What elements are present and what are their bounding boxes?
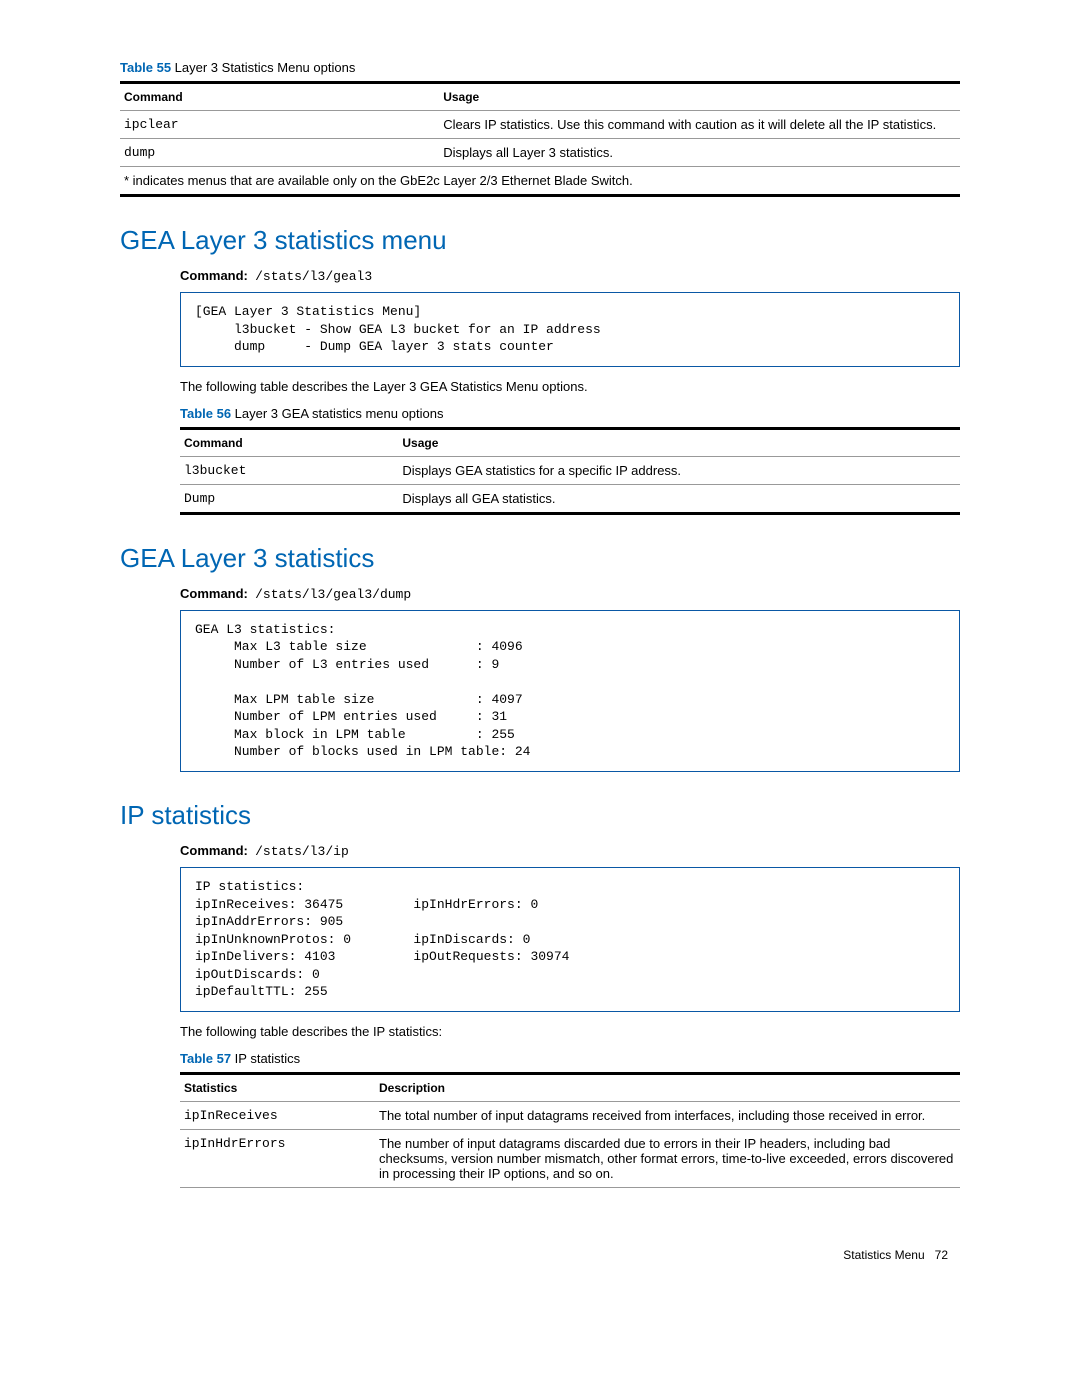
table57-r0-usage: The total number of input datagrams rece… <box>375 1101 960 1129</box>
table55-caption: Table 55 Layer 3 Statistics Menu options <box>120 60 960 75</box>
table57-label: Table 57 <box>180 1051 231 1066</box>
table56-r1-cmd: Dump <box>180 484 398 513</box>
table55-h1: Usage <box>439 83 960 111</box>
section2-command-line: Command: /stats/l3/geal3/dump <box>180 586 960 602</box>
section1-heading: GEA Layer 3 statistics menu <box>120 225 960 256</box>
table57-h1: Description <box>375 1073 960 1101</box>
command-value: /stats/l3/ip <box>255 844 349 859</box>
table55-caption-text: Layer 3 Statistics Menu options <box>171 60 355 75</box>
table56-r0-cmd: l3bucket <box>180 456 398 484</box>
command-label: Command: <box>180 586 248 601</box>
table55-r0-cmd: ipclear <box>120 111 439 139</box>
table-row: l3bucket Displays GEA statistics for a s… <box>180 456 960 484</box>
section3-codeblock: IP statistics: ipInReceives: 36475 ipInH… <box>180 867 960 1012</box>
table55-h0: Command <box>120 83 439 111</box>
section2-heading: GEA Layer 3 statistics <box>120 543 960 574</box>
table55-footnote: * indicates menus that are available onl… <box>120 167 960 196</box>
table57-caption: Table 57 IP statistics <box>180 1051 960 1066</box>
table57: Statistics Description ipInReceives The … <box>180 1072 960 1188</box>
table56-r0-usage: Displays GEA statistics for a specific I… <box>398 456 960 484</box>
table-row: ipInHdrErrors The number of input datagr… <box>180 1129 960 1187</box>
page-content: Table 55 Layer 3 Statistics Menu options… <box>0 0 1080 1302</box>
command-value: /stats/l3/geal3 <box>255 269 372 284</box>
section2-codeblock: GEA L3 statistics: Max L3 table size : 4… <box>180 610 960 772</box>
footer-section: Statistics Menu <box>843 1248 924 1262</box>
command-label: Command: <box>180 268 248 283</box>
table56-h1: Usage <box>398 428 960 456</box>
section1-codeblock: [GEA Layer 3 Statistics Menu] l3bucket -… <box>180 292 960 367</box>
table55-r1-cmd: dump <box>120 139 439 167</box>
table55-footnote-row: * indicates menus that are available onl… <box>120 167 960 196</box>
section3-heading: IP statistics <box>120 800 960 831</box>
table57-h0: Statistics <box>180 1073 375 1101</box>
table56-caption: Table 56 Layer 3 GEA statistics menu opt… <box>180 406 960 421</box>
section3-command-line: Command: /stats/l3/ip <box>180 843 960 859</box>
table-row: ipclear Clears IP statistics. Use this c… <box>120 111 960 139</box>
table55-label: Table 55 <box>120 60 171 75</box>
footer-page: 72 <box>935 1248 948 1262</box>
table56-h0: Command <box>180 428 398 456</box>
table56-r1-usage: Displays all GEA statistics. <box>398 484 960 513</box>
table57-r1-usage: The number of input datagrams discarded … <box>375 1129 960 1187</box>
table57-r1-cmd: ipInHdrErrors <box>180 1129 375 1187</box>
table56-caption-text: Layer 3 GEA statistics menu options <box>231 406 443 421</box>
table55-r0-usage: Clears IP statistics. Use this command w… <box>439 111 960 139</box>
table55-r1-usage: Displays all Layer 3 statistics. <box>439 139 960 167</box>
command-label: Command: <box>180 843 248 858</box>
command-value: /stats/l3/geal3/dump <box>255 587 411 602</box>
table57-r0-cmd: ipInReceives <box>180 1101 375 1129</box>
section1-desc: The following table describes the Layer … <box>180 379 960 394</box>
table57-caption-text: IP statistics <box>231 1051 300 1066</box>
table-row: Dump Displays all GEA statistics. <box>180 484 960 513</box>
section1-command-line: Command: /stats/l3/geal3 <box>180 268 960 284</box>
section3-desc: The following table describes the IP sta… <box>180 1024 960 1039</box>
page-footer: Statistics Menu 72 <box>120 1248 960 1262</box>
table56-label: Table 56 <box>180 406 231 421</box>
table-row: dump Displays all Layer 3 statistics. <box>120 139 960 167</box>
table56: Command Usage l3bucket Displays GEA stat… <box>180 427 960 515</box>
table55: Command Usage ipclear Clears IP statisti… <box>120 81 960 197</box>
table-row: ipInReceives The total number of input d… <box>180 1101 960 1129</box>
